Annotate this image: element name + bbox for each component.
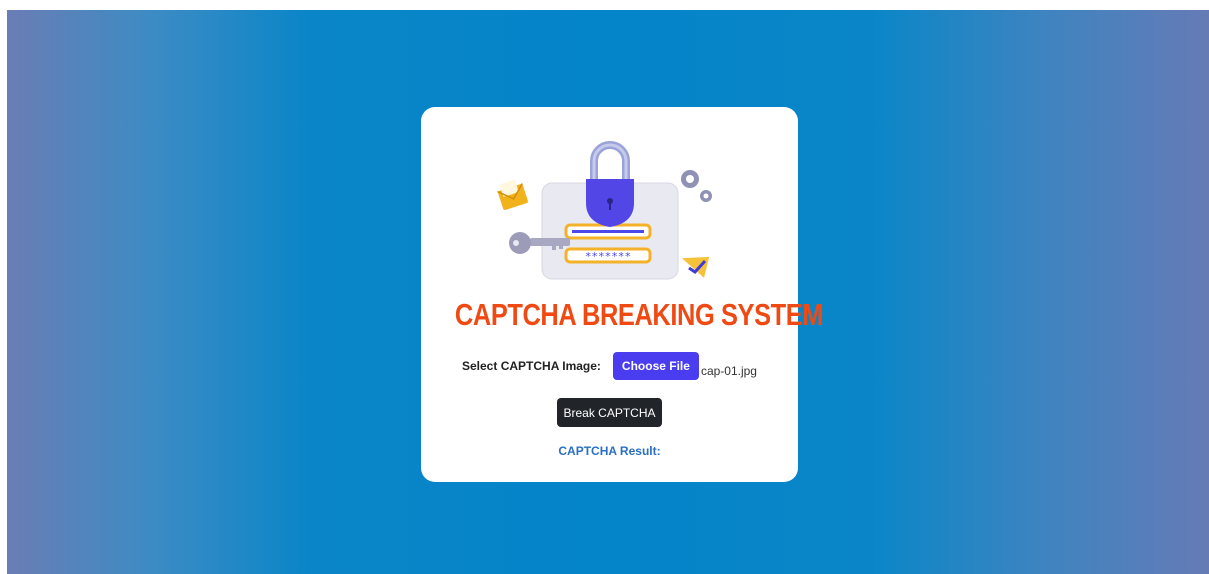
file-select-label: Select CAPTCHA Image:: [462, 359, 601, 373]
svg-text:*******: *******: [585, 250, 631, 263]
gear-icon: [681, 170, 712, 202]
padlock-icon: [586, 141, 634, 227]
break-captcha-button[interactable]: Break CAPTCHA: [557, 398, 662, 427]
warning-check-icon: [681, 256, 710, 278]
security-illustration: *******: [497, 141, 712, 280]
page-title: CAPTCHA BREAKING SYSTEM: [454, 297, 824, 332]
selected-file-name: cap-01.jpg: [700, 364, 757, 378]
file-select-row: Select CAPTCHA Image: Choose File cap-01…: [421, 351, 798, 381]
captcha-result-label: CAPTCHA Result:: [558, 444, 661, 458]
choose-file-button[interactable]: Choose File: [612, 352, 699, 380]
password-field-icon: *******: [564, 247, 652, 264]
envelope-icon: [497, 179, 528, 211]
captcha-card: ******* CAPTCHA BREAKING SYSTEM Select C…: [421, 107, 824, 482]
